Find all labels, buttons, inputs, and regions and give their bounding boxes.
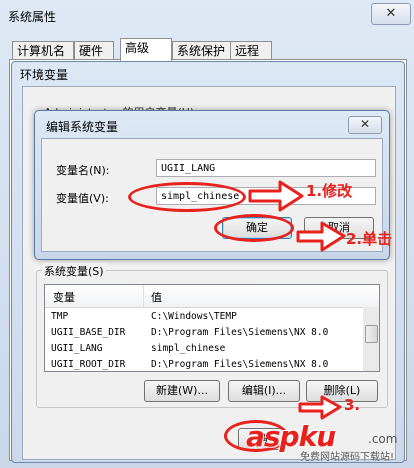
watermark-slogan: 免费网站源码下载站!: [300, 452, 395, 463]
annotation-step2: 2.单击: [346, 230, 393, 248]
annotation-step1: 1.修改: [306, 182, 353, 200]
arrow-right-icon: [298, 395, 342, 420]
watermark-suffix: .com: [368, 432, 398, 446]
annotation-step3: 3.: [344, 396, 361, 414]
arrow-right-icon: [248, 180, 304, 212]
arrow-right-icon: [296, 221, 346, 252]
tab-advanced[interactable]: 高级: [120, 38, 172, 61]
